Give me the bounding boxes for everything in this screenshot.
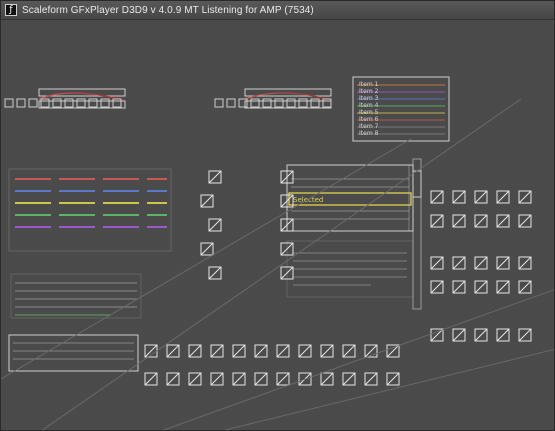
canvas-svg: Selected Item 1 Item 2 Item 3 Item 4 Ite…: [1, 19, 554, 430]
app-icon: ƒ: [5, 4, 17, 16]
top-right-list-text: Item 1 Item 2 Item 3 Item 4 Item 5 Item …: [359, 81, 379, 137]
svg-text:Item 8: Item 8: [359, 130, 379, 137]
svg-text:Item 4: Item 4: [359, 102, 379, 109]
selected-row-label: Selected: [293, 196, 323, 204]
svg-text:Item 3: Item 3: [359, 95, 379, 102]
svg-text:Item 6: Item 6: [359, 116, 379, 123]
app-window: ƒ Scaleform GFxPlayer D3D9 v 4.0.9 MT Li…: [0, 0, 555, 431]
title-bar: ƒ Scaleform GFxPlayer D3D9 v 4.0.9 MT Li…: [1, 1, 554, 20]
svg-text:Item 2: Item 2: [359, 88, 379, 95]
window-title: Scaleform GFxPlayer D3D9 v 4.0.9 MT List…: [22, 4, 314, 16]
svg-text:Item 1: Item 1: [359, 81, 379, 88]
svg-text:Item 5: Item 5: [359, 109, 379, 116]
svg-text:Item 7: Item 7: [359, 123, 379, 130]
scaleform-canvas[interactable]: Selected Item 1 Item 2 Item 3 Item 4 Ite…: [1, 19, 554, 430]
